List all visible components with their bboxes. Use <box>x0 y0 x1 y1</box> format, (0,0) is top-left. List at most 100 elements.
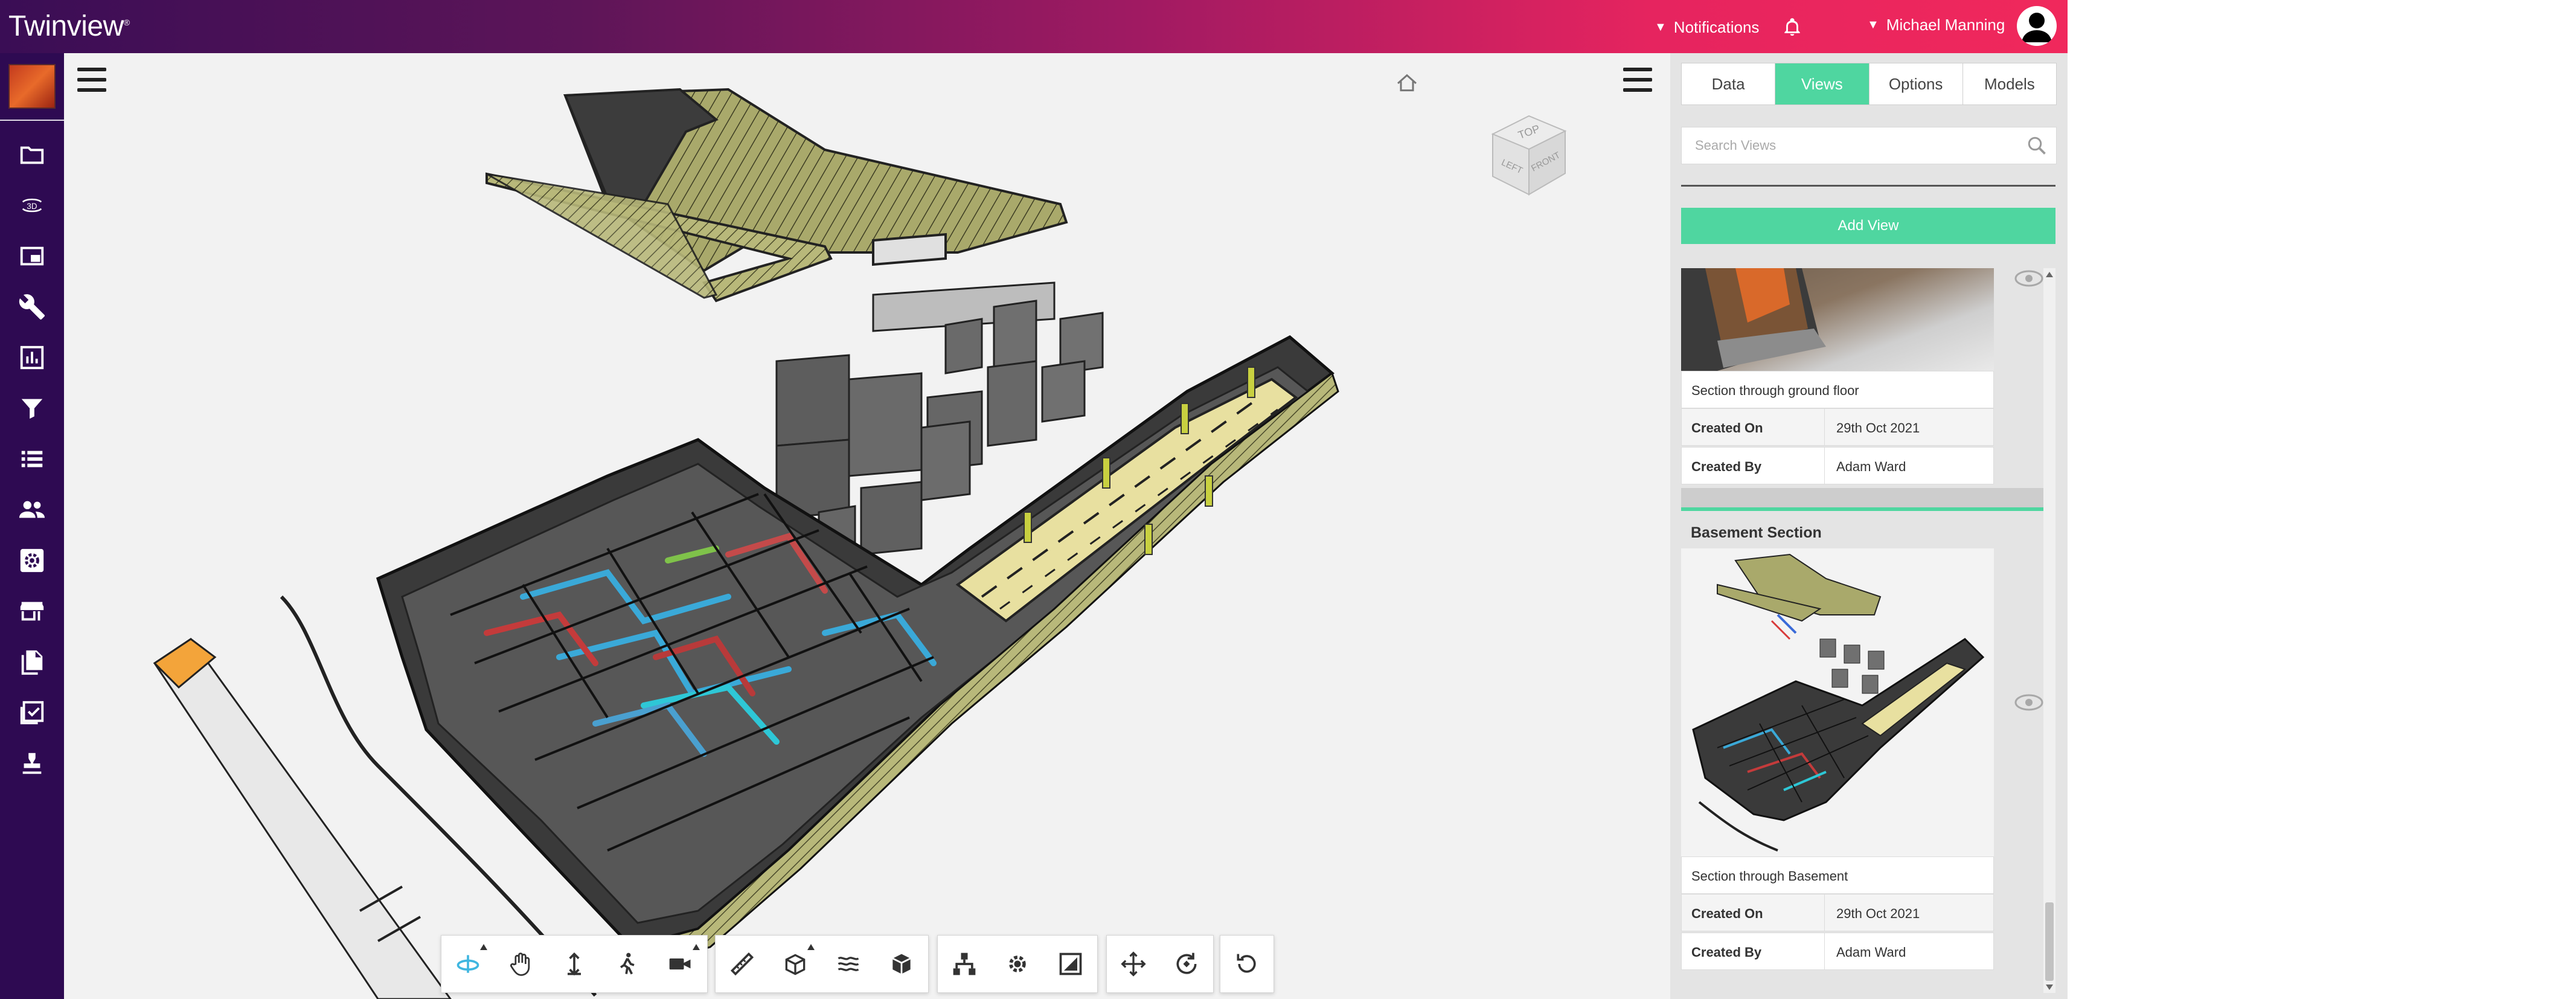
empty-area <box>2068 0 2576 999</box>
view-thumbnail[interactable] <box>1681 548 1994 856</box>
view-thumbnail-image <box>1681 268 1826 371</box>
move-tool[interactable] <box>1107 937 1160 991</box>
first-person-icon <box>620 952 635 975</box>
rotate-view-tool[interactable] <box>1160 937 1213 991</box>
filter-icon[interactable] <box>15 391 49 425</box>
created-by-label: Created By <box>1691 459 1762 474</box>
navigation-toolbar <box>441 935 708 993</box>
orbit-icon <box>457 955 479 973</box>
checklist-icon[interactable] <box>15 696 49 730</box>
view-description-text: Section through Basement <box>1691 869 1848 884</box>
created-on-value: 29th Oct 2021 <box>1836 906 1920 921</box>
view-description-text: Section through ground floor <box>1691 383 1859 398</box>
bell-icon[interactable] <box>1782 16 1802 39</box>
navigation-cube[interactable]: TOP LEFT FRONT <box>1469 98 1577 201</box>
folder-icon[interactable] <box>15 138 49 172</box>
project-thumbnail[interactable] <box>8 64 56 109</box>
store-icon[interactable] <box>15 594 49 628</box>
avatar[interactable] <box>2017 6 2057 46</box>
created-by-value: Adam Ward <box>1836 459 1906 474</box>
dolly-icon <box>568 952 581 976</box>
reset-tool[interactable] <box>1220 937 1274 991</box>
measure-tool[interactable] <box>716 937 769 991</box>
panel-tabs: Data Views Options Models <box>1681 63 2057 105</box>
building-model[interactable] <box>64 53 1670 999</box>
user-name: Michael Manning <box>1886 16 2005 34</box>
camera-icon <box>669 958 691 970</box>
notifications-menu[interactable]: ▼ Notifications <box>1655 16 1802 39</box>
panel-menu-button[interactable] <box>1623 68 1652 92</box>
search-views-input[interactable]: Search Views <box>1681 127 2057 164</box>
created-on-label: Created On <box>1691 906 1763 921</box>
documents-icon[interactable] <box>15 645 49 679</box>
notifications-label: Notifications <box>1673 18 1760 36</box>
created-by-row: Created By Adam Ward <box>1681 447 1994 484</box>
created-by-value: Adam Ward <box>1836 945 1906 960</box>
model-browser-tool[interactable] <box>875 937 928 991</box>
sidebar-divider <box>0 120 64 121</box>
user-menu[interactable]: ▼ Michael Manning <box>1867 16 2005 34</box>
home-icon[interactable] <box>1395 71 1419 95</box>
view-description: Section through ground floor <box>1681 371 1994 408</box>
view-thumbnail-image <box>1692 553 1985 852</box>
settings-box-icon[interactable] <box>15 544 49 577</box>
top-bar: Twinview® ▼ Notifications ▼ Michael Mann… <box>0 0 2068 53</box>
settings-tool[interactable] <box>991 937 1044 991</box>
tab-views[interactable]: Views <box>1775 63 1870 104</box>
created-on-label: Created On <box>1691 420 1763 435</box>
created-on-row: Created On 29th Oct 2021 <box>1681 894 1994 931</box>
stamp-icon[interactable] <box>15 747 49 780</box>
tab-models[interactable]: Models <box>1963 63 2056 104</box>
scroll-down-icon[interactable] <box>2046 985 2053 990</box>
fullscreen-icon <box>1059 952 1082 975</box>
views-scrollbar[interactable] <box>2043 268 2055 993</box>
view-description: Section through Basement <box>1681 856 1994 894</box>
add-view-button[interactable]: Add View <box>1681 208 2055 244</box>
pan-tool[interactable] <box>495 937 548 991</box>
pan-icon <box>510 952 530 976</box>
reset-icon <box>1237 954 1256 973</box>
3d-viewer[interactable]: TOP LEFT FRONT <box>64 53 1670 999</box>
caret-down-icon: ▼ <box>1655 20 1667 34</box>
bar-chart-icon[interactable] <box>15 341 49 374</box>
scroll-up-icon[interactable] <box>2046 272 2053 277</box>
created-on-value: 29th Oct 2021 <box>1836 420 1920 435</box>
view-thumbnail[interactable] <box>1681 268 1994 371</box>
wrench-icon[interactable] <box>15 290 49 324</box>
dolly-tool[interactable] <box>548 937 601 991</box>
app-logo[interactable]: Twinview® <box>8 10 130 43</box>
3d-view-icon[interactable]: 3D <box>15 188 49 222</box>
view-title: Basement Section <box>1691 524 1822 541</box>
3d-label: 3D <box>27 202 37 211</box>
created-by-row: Created By Adam Ward <box>1681 933 1994 970</box>
tab-options[interactable]: Options <box>1870 63 1963 104</box>
settings-icon <box>1009 956 1026 972</box>
people-icon[interactable] <box>15 493 49 527</box>
created-by-label: Created By <box>1691 945 1762 960</box>
view-card[interactable]: Basement Section Section through Basemen… <box>1681 511 2043 982</box>
first-person-tool[interactable] <box>601 937 654 991</box>
scrollbar-thumb[interactable] <box>2045 902 2054 981</box>
eye-icon[interactable] <box>2013 692 2043 713</box>
card-separator <box>1681 488 2043 507</box>
views-list: Section through ground floor Created On … <box>1681 268 2043 993</box>
explode-tool[interactable] <box>822 937 875 991</box>
logo-mark: ® <box>123 18 130 27</box>
view-card[interactable]: Section through ground floor Created On … <box>1681 268 2043 488</box>
user-avatar-icon <box>2022 13 2052 42</box>
analysis-toolbar <box>715 935 929 993</box>
list-icon[interactable] <box>15 442 49 476</box>
picture-in-picture-icon[interactable] <box>15 239 49 273</box>
eye-icon[interactable] <box>2013 268 2043 289</box>
tab-data[interactable]: Data <box>1682 63 1776 104</box>
fullscreen-tool[interactable] <box>1044 937 1097 991</box>
section-tool[interactable] <box>769 937 822 991</box>
search-icon[interactable] <box>2026 135 2048 156</box>
camera-toolbar <box>1106 935 1214 993</box>
structure-tool[interactable] <box>938 937 991 991</box>
viewer-menu-button[interactable] <box>77 68 106 92</box>
settings-toolbar <box>937 935 1098 993</box>
orbit-tool[interactable] <box>441 937 495 991</box>
caret-up-icon <box>807 944 815 950</box>
camera-tool[interactable] <box>654 937 707 991</box>
